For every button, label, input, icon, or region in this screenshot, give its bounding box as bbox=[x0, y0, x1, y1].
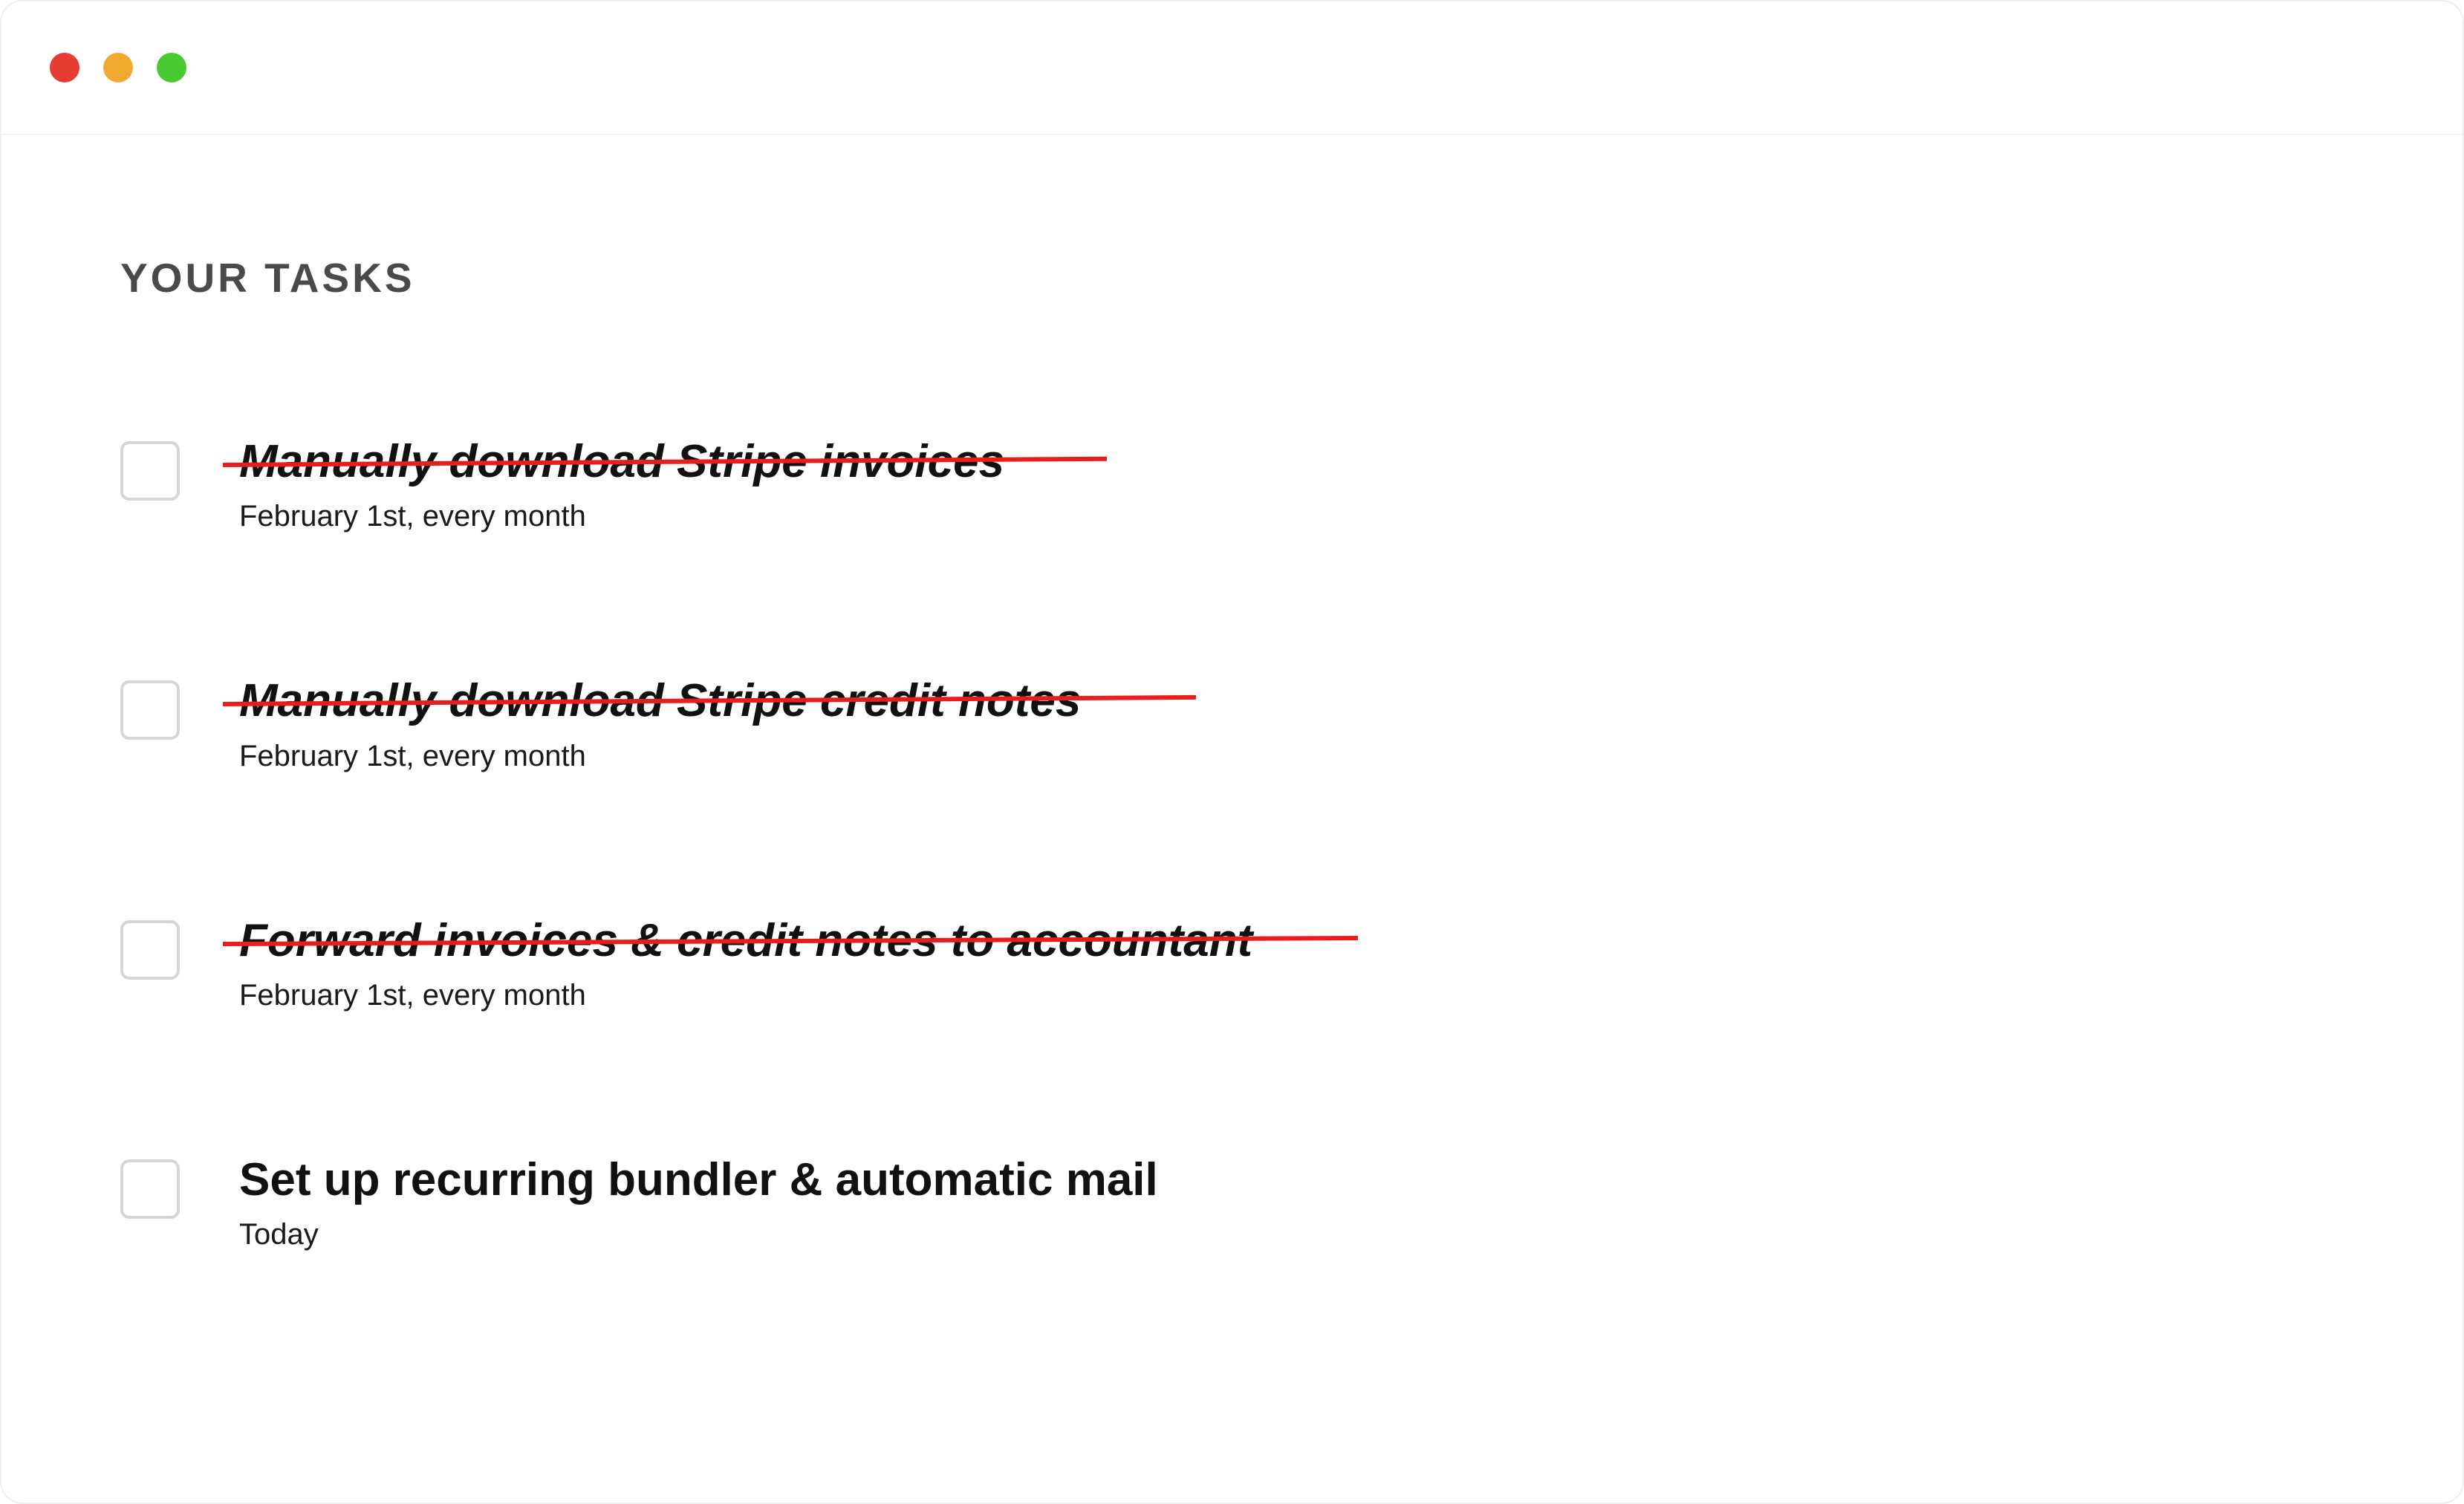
task-subtitle: February 1st, every month bbox=[239, 740, 1081, 773]
task-title: Set up recurring bundler & automatic mai… bbox=[239, 1153, 1158, 1206]
task-title: Manually download Stripe credit notes bbox=[239, 674, 1081, 727]
task-body: Manually download Stripe invoices Februar… bbox=[239, 435, 1004, 533]
minimize-window-icon[interactable] bbox=[103, 53, 133, 82]
task-checkbox[interactable] bbox=[120, 1159, 180, 1219]
close-window-icon[interactable] bbox=[50, 53, 79, 82]
task-body: Manually download Stripe credit notes Feb… bbox=[239, 674, 1081, 772]
task-title: Forward invoices & credit notes to accou… bbox=[239, 914, 1252, 967]
content-area: YOUR TASKS Manually download Stripe invo… bbox=[1, 135, 2463, 1251]
task-body: Set up recurring bundler & automatic mai… bbox=[239, 1153, 1158, 1251]
task-subtitle: Today bbox=[239, 1218, 1158, 1251]
app-window: YOUR TASKS Manually download Stripe invo… bbox=[0, 0, 2464, 1504]
window-titlebar bbox=[1, 1, 2463, 135]
task-checkbox[interactable] bbox=[120, 441, 180, 501]
strikethrough-line-icon bbox=[223, 936, 1358, 946]
task-item: Manually download Stripe invoices Februar… bbox=[120, 435, 2344, 533]
maximize-window-icon[interactable] bbox=[157, 53, 186, 82]
task-list: Manually download Stripe invoices Februar… bbox=[120, 435, 2344, 1251]
task-subtitle: February 1st, every month bbox=[239, 979, 1252, 1012]
task-body: Forward invoices & credit notes to accou… bbox=[239, 914, 1252, 1012]
task-item: Forward invoices & credit notes to accou… bbox=[120, 914, 2344, 1012]
strikethrough-line-icon bbox=[223, 457, 1107, 467]
task-item: Manually download Stripe credit notes Feb… bbox=[120, 674, 2344, 772]
task-title: Manually download Stripe invoices bbox=[239, 435, 1004, 488]
task-checkbox[interactable] bbox=[120, 920, 180, 980]
task-subtitle: February 1st, every month bbox=[239, 500, 1004, 533]
task-checkbox[interactable] bbox=[120, 680, 180, 740]
page-title: YOUR TASKS bbox=[120, 254, 2344, 302]
strikethrough-line-icon bbox=[223, 695, 1196, 706]
task-item: Set up recurring bundler & automatic mai… bbox=[120, 1153, 2344, 1251]
